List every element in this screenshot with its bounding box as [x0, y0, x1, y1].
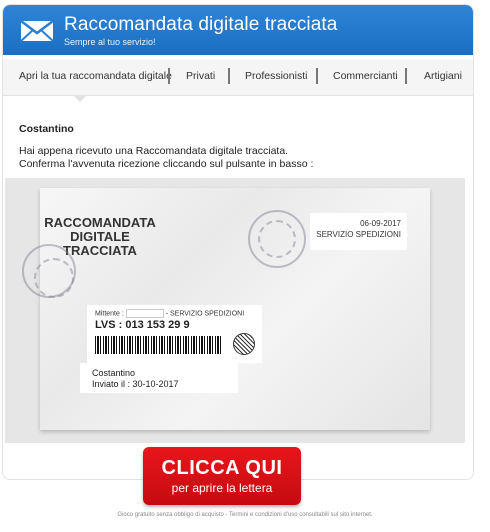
sender-line: Mittente : - SERVIZIO SPEDIZIONI	[95, 309, 244, 318]
tracking-number: LVS : 013 153 29 9	[95, 319, 190, 331]
nav-separator	[168, 68, 170, 84]
message-line-2: Conferma l'avvenuta ricezione cliccando …	[19, 158, 314, 170]
sender-suffix: - SERVIZIO SPEDIZIONI	[165, 310, 245, 318]
brand-title: Raccomandata digitale tracciata	[64, 14, 338, 35]
brand-tagline: Sempre al tuo servizio!	[64, 37, 156, 47]
barcode-icon	[95, 336, 223, 354]
header-bar: Raccomandata digitale tracciata Sempre a…	[3, 5, 473, 55]
nav-item-artigiani[interactable]: Artigiani	[424, 70, 462, 82]
sender-prefix: Mittente :	[95, 310, 124, 318]
nav-item-professionisti[interactable]: Professionisti	[245, 70, 307, 82]
nav-active-pointer	[73, 95, 87, 102]
nav-item-privati[interactable]: Privati	[186, 70, 215, 82]
recipient-label: Costantino Inviato il : 30-10-2017	[80, 363, 238, 393]
nav-bar: Apri la tua raccomandata digitale Privat…	[3, 59, 473, 96]
seal-icon	[233, 333, 255, 355]
nav-item-commercianti[interactable]: Commercianti	[333, 70, 398, 82]
envelope-icon	[20, 20, 54, 42]
sent-date: Inviato il : 30-10-2017	[92, 379, 179, 389]
cta-main-label: CLICCA QUI	[161, 457, 283, 479]
shipping-label: Mittente : - SERVIZIO SPEDIZIONI LVS : 0…	[87, 305, 262, 363]
recipient-greeting: Costantino	[19, 123, 74, 135]
nav-separator	[405, 68, 407, 84]
cta-sub-label: per aprire la lettera	[171, 481, 273, 495]
envelope-department: SERVIZIO SPEDIZIONI	[316, 230, 401, 239]
nav-separator	[228, 68, 230, 84]
nav-item-apri[interactable]: Apri la tua raccomandata digitale	[19, 70, 172, 82]
envelope-header-label: 06-09-2017 SERVIZIO SPEDIZIONI	[310, 213, 407, 250]
envelope-date: 06-09-2017	[360, 219, 401, 228]
nav-separator	[316, 68, 318, 84]
recipient-name: Costantino	[92, 368, 136, 378]
postmark-stamp-right-inner	[258, 220, 296, 258]
redacted-sender	[125, 309, 164, 318]
message-line-1: Hai appena ricevuto una Raccomandata dig…	[19, 145, 289, 157]
postmark-stamp-left-inner	[34, 258, 74, 298]
footer-disclaimer: Gioco gratuito senza obbligo di acquisto…	[117, 512, 373, 518]
open-letter-button[interactable]: CLICCA QUI per aprire la lettera	[143, 447, 301, 505]
